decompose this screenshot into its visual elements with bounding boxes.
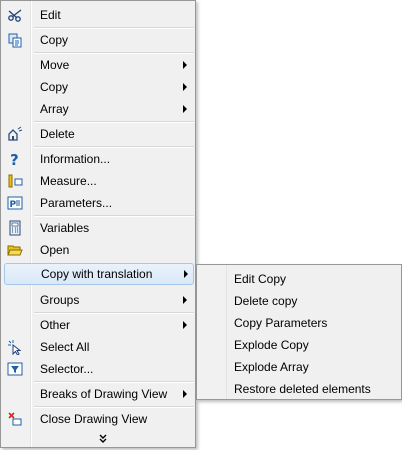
svg-text:P: P <box>10 200 17 210</box>
submenu-item-label: Explode Copy <box>234 338 309 352</box>
submenu-item-delete-copy[interactable]: Delete copy <box>199 289 399 311</box>
svg-text:?: ? <box>10 151 19 167</box>
submenu-item-restore-deleted-elements[interactable]: Restore deleted elements <box>199 377 399 399</box>
copy-icon <box>8 33 22 48</box>
submenu-arrow-icon <box>183 296 187 304</box>
menu-item-label: Breaks of Drawing View <box>40 387 168 401</box>
close-view-icon <box>8 412 22 426</box>
menu-item-label: Copy <box>40 33 69 47</box>
menu-item-parameters[interactable]: P Parameters... <box>3 192 193 214</box>
calculator-icon <box>9 220 21 236</box>
menu-item-variables[interactable]: Variables <box>3 217 193 239</box>
submenu-item-explode-array[interactable]: Explode Array <box>199 355 399 377</box>
delete-icon <box>8 126 23 141</box>
menu-item-label: Variables <box>40 221 90 235</box>
menu-item-label: Delete <box>40 127 75 141</box>
menu-item-label: Parameters... <box>40 196 113 210</box>
menu-item-edit[interactable]: Edit <box>3 4 193 26</box>
menu-item-breaks-of-drawing-view[interactable]: Breaks of Drawing View <box>3 383 193 405</box>
submenu-copy-with-translation: Edit Copy Delete copy Copy Parameters Ex… <box>196 264 402 400</box>
submenu-arrow-icon <box>183 105 187 113</box>
submenu-item-explode-copy[interactable]: Explode Copy <box>199 333 399 355</box>
menu-item-label: Groups <box>40 293 80 307</box>
menu-item-array[interactable]: Array <box>3 98 193 120</box>
submenu-item-label: Copy Parameters <box>234 316 328 330</box>
submenu-item-copy-parameters[interactable]: Copy Parameters <box>199 311 399 333</box>
submenu-arrow-icon <box>183 321 187 329</box>
submenu-item-label: Explode Array <box>234 360 309 374</box>
menu-item-label: Move <box>40 58 70 72</box>
menu-item-delete[interactable]: Delete <box>3 123 193 145</box>
menu-item-label: Close Drawing View <box>40 412 148 426</box>
menu-item-copy[interactable]: Copy <box>3 29 193 51</box>
question-icon: ? <box>10 151 19 167</box>
menu-item-open[interactable]: Open <box>3 239 193 261</box>
submenu-arrow-icon <box>184 270 188 278</box>
chevron-double-down-icon[interactable] <box>97 433 109 445</box>
submenu-arrow-icon <box>183 61 187 69</box>
scissors-edit-icon <box>8 9 22 22</box>
submenu-item-label: Edit Copy <box>234 272 287 286</box>
menu-item-groups[interactable]: Groups <box>3 289 193 311</box>
menu-item-other[interactable]: Other <box>3 314 193 336</box>
menu-item-label: Other <box>40 318 71 332</box>
menu-item-label: Array <box>40 102 69 116</box>
menu-item-copy-with-translation[interactable]: Copy with translation <box>4 263 194 285</box>
submenu-item-edit-copy[interactable]: Edit Copy <box>199 267 399 289</box>
measure-icon <box>8 174 23 188</box>
select-all-icon <box>8 340 22 355</box>
submenu-item-label: Delete copy <box>234 294 298 308</box>
selector-filter-icon <box>7 362 23 376</box>
context-menu: Edit Copy Move Copy Array Delete ? Infor… <box>0 0 196 448</box>
menu-item-select-all[interactable]: Select All <box>3 336 193 358</box>
menu-item-label: Copy with translation <box>41 267 153 281</box>
folder-open-icon <box>7 245 23 256</box>
menu-item-label: Copy <box>40 80 69 94</box>
menu-item-label: Select All <box>40 340 90 354</box>
menu-item-label: Edit <box>40 8 61 22</box>
menu-item-move[interactable]: Move <box>3 54 193 76</box>
menu-item-selector[interactable]: Selector... <box>3 358 193 380</box>
menu-item-label: Open <box>40 243 70 257</box>
submenu-arrow-icon <box>183 83 187 91</box>
menu-item-information[interactable]: ? Information... <box>3 148 193 170</box>
menu-item-measure[interactable]: Measure... <box>3 170 193 192</box>
menu-item-label: Information... <box>40 152 111 166</box>
submenu-arrow-icon <box>183 390 187 398</box>
menu-item-close-drawing-view[interactable]: Close Drawing View <box>3 408 193 430</box>
menu-item-label: Selector... <box>40 362 94 376</box>
menu-item-label: Measure... <box>40 174 97 188</box>
menu-item-copy-submenu[interactable]: Copy <box>3 76 193 98</box>
submenu-item-label: Restore deleted elements <box>234 382 371 396</box>
parameters-icon: P <box>7 196 23 210</box>
